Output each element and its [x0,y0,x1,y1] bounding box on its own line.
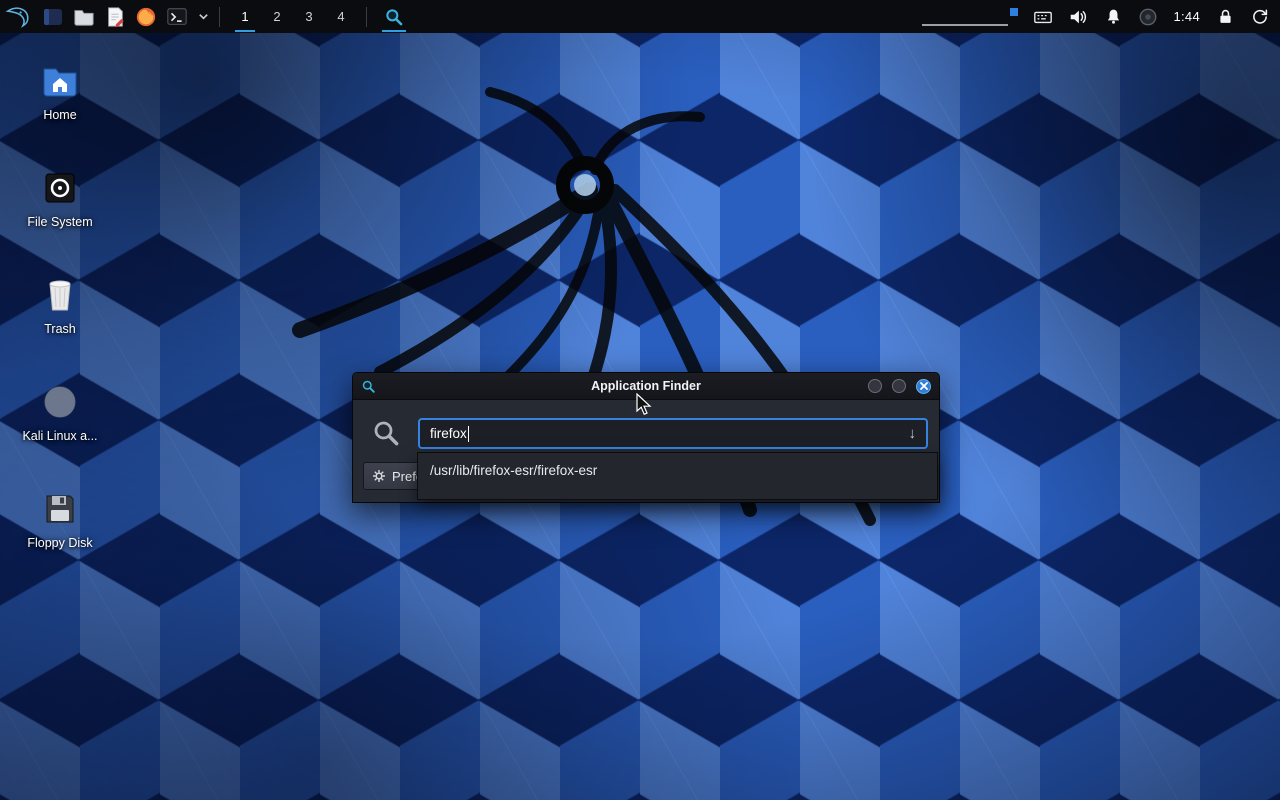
home-folder-icon [39,60,81,102]
panel-separator [219,7,220,27]
workspace-3[interactable]: 3 [293,0,325,33]
search-icon [371,418,401,448]
drive-icon [39,167,81,209]
desktop-icon-label: Trash [10,322,110,336]
search-input-text: firefox [430,426,467,441]
text-editor-icon [104,6,126,28]
search-task-icon [384,7,404,27]
lock-screen-icon[interactable] [1215,7,1235,27]
desktop-icon-label: Home [10,108,110,122]
chevron-down-icon [198,11,209,22]
desktop-icon-label: Floppy Disk [10,536,110,550]
window-app-icon [361,379,376,394]
completion-item[interactable]: /usr/lib/firefox-esr/firefox-esr [422,457,933,484]
close-button[interactable] [916,379,931,394]
workspace-label: 3 [305,9,312,24]
desktop-icon-floppy[interactable]: Floppy Disk [10,488,110,550]
launcher-firefox[interactable] [134,5,158,29]
graph-marker [1010,8,1018,16]
desktop-icon-trash[interactable]: Trash [10,274,110,336]
launcher-text-editor[interactable] [103,5,127,29]
kali-logo-icon [5,4,30,29]
clock[interactable]: 1:44 [1173,9,1200,24]
terminal-icon [166,6,188,28]
launcher-terminal[interactable] [165,5,189,29]
workspace-4[interactable]: 4 [325,0,357,33]
launcher-dropdown[interactable] [196,5,210,29]
workspace-2[interactable]: 2 [261,0,293,33]
panel-graph-widget[interactable] [922,6,1018,27]
notifications-bell-icon[interactable] [1103,7,1123,27]
applications-menu-button[interactable] [0,0,35,33]
workspace-label: 1 [241,9,248,24]
completion-popup: /usr/lib/firefox-esr/firefox-esr [417,452,938,500]
minimize-button[interactable] [868,379,882,393]
mouse-cursor [636,393,654,417]
desktop-icon-label: File System [10,215,110,229]
floppy-icon [39,488,81,530]
dark-app-icon [42,6,64,28]
firefox-icon [135,6,157,28]
panel-separator [366,7,367,27]
launcher-files-dark[interactable] [41,5,65,29]
folder-icon [73,6,95,28]
top-panel: 1 2 3 4 [0,0,1280,33]
window-title: Application Finder [353,379,939,393]
volume-icon[interactable] [1068,7,1088,27]
desktop: Home File System Trash [0,0,1280,800]
desktop-icon-kali-docs[interactable]: Kali Linux a... [10,381,110,443]
gear-icon [372,469,386,483]
graph-baseline [922,24,1008,26]
desktop-icon-label: Kali Linux a... [10,429,110,443]
kali-docs-icon [39,381,81,423]
workspace-1[interactable]: 1 [229,0,261,33]
close-icon [920,382,928,390]
launcher-file-manager[interactable] [72,5,96,29]
workspace-label: 2 [273,9,280,24]
desktop-icon-home[interactable]: Home [10,60,110,122]
status-circle-icon[interactable] [1138,7,1158,27]
taskbar-application-finder[interactable] [376,0,412,33]
trash-icon [39,274,81,316]
dropdown-arrow-icon[interactable]: ↓ [909,425,917,442]
maximize-button[interactable] [892,379,906,393]
search-input[interactable]: firefox ↓ [418,418,928,449]
keyboard-tray-icon[interactable] [1033,7,1053,27]
text-caret [468,426,469,442]
workspace-label: 4 [337,9,344,24]
power-session-icon[interactable] [1250,7,1270,27]
desktop-icon-filesystem[interactable]: File System [10,167,110,229]
